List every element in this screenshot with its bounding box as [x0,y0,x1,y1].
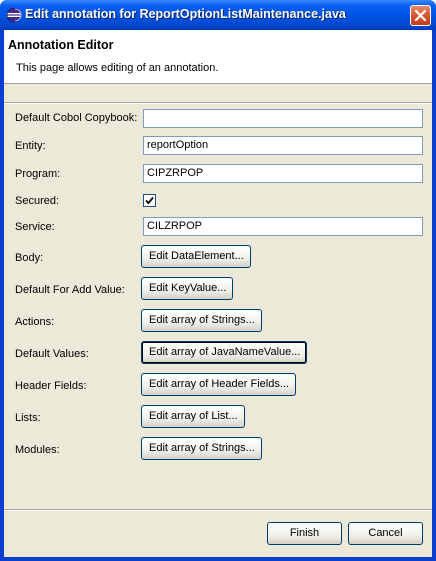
secured-checkbox[interactable] [143,194,156,207]
edit-data-element-button[interactable]: Edit DataElement... [141,245,251,268]
program-field[interactable]: CIPZRPOP [143,164,423,183]
body-label: Body: [15,252,44,264]
window-title: Edit annotation for ReportOptionListMain… [25,7,346,21]
dialog-client-area: Annotation Editor This page allows editi… [4,30,432,557]
title-bar[interactable]: Edit annotation for ReportOptionListMain… [0,0,436,30]
close-button[interactable] [410,5,431,26]
dialog-window: Edit annotation for ReportOptionListMain… [0,0,436,561]
edit-header-fields-button[interactable]: Edit array of Header Fields... [141,373,297,396]
top-separator [4,102,432,104]
default-values-label: Default Values: [15,348,89,360]
edit-key-value-button[interactable]: Edit KeyValue... [141,277,234,300]
actions-label: Actions: [15,316,55,328]
service-label: Service: [15,221,55,233]
header-banner: Annotation Editor This page allows editi… [4,30,432,84]
header-fields-label: Header Fields: [15,380,87,392]
default-for-add-value-label: Default For Add Value: [15,284,125,296]
service-field[interactable]: CILZRPOP [143,217,423,236]
default-cobol-copybook-label: Default Cobol Copybook: [15,112,138,124]
bottom-separator [4,509,432,511]
page-description: This page allows editing of an annotatio… [16,62,219,74]
close-icon [414,9,427,22]
edit-default-values-button[interactable]: Edit array of JavaNameValue... [141,341,308,364]
modules-label: Modules: [15,444,60,456]
page-title: Annotation Editor [8,38,114,52]
edit-actions-button[interactable]: Edit array of Strings... [141,309,262,332]
program-label: Program: [15,168,61,180]
entity-label: Entity: [15,140,46,152]
lists-label: Lists: [15,412,41,424]
default-cobol-copybook-field[interactable] [143,109,423,128]
edit-lists-button[interactable]: Edit array of List... [141,405,245,428]
finish-button[interactable]: Finish [267,522,342,545]
eclipse-icon [6,7,22,23]
checkmark-icon [145,196,154,205]
secured-label: Secured: [15,195,60,207]
entity-field[interactable]: reportOption [143,136,423,155]
cancel-button[interactable]: Cancel [348,522,423,545]
edit-modules-button[interactable]: Edit array of Strings... [141,437,262,460]
